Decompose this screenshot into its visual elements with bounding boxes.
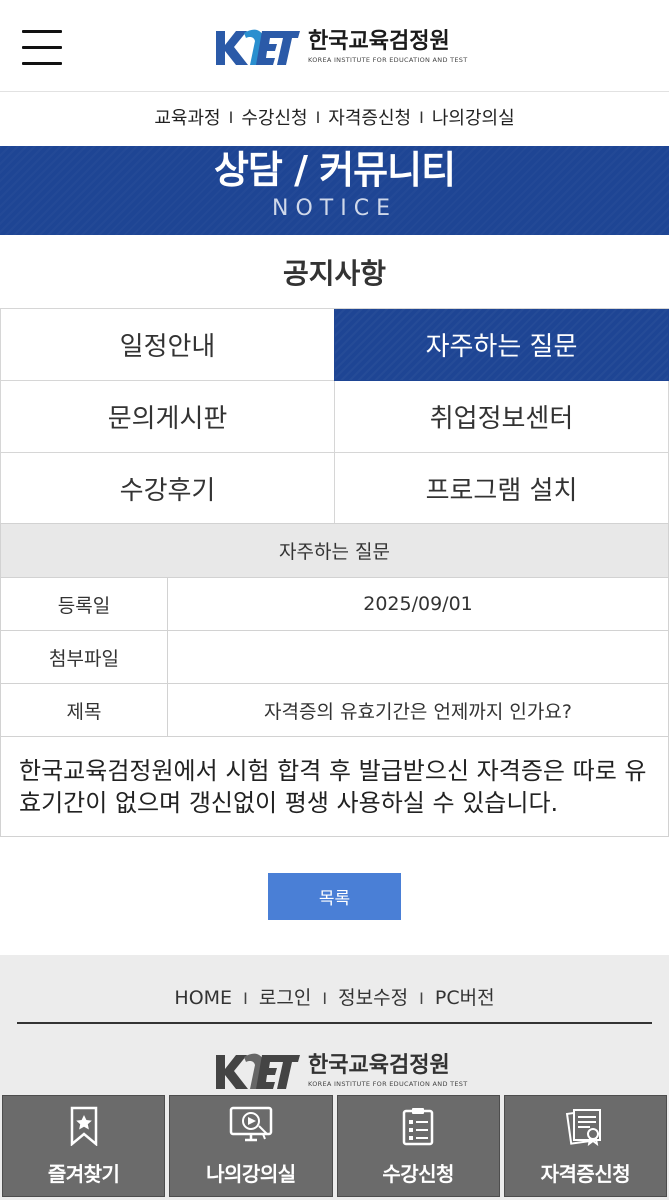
quicknav-enroll[interactable]: 수강신청 <box>241 104 307 130</box>
separator: I <box>322 989 328 1008</box>
menu-faq[interactable]: 자주하는 질문 <box>334 309 669 381</box>
logo-korean-name: 한국교육검정원 <box>308 29 450 54</box>
section-title: 공지사항 <box>0 235 669 308</box>
footer-login-link[interactable]: 로그인 <box>259 987 311 1009</box>
row-label: 등록일 <box>1 578 168 630</box>
board-heading: 자주하는 질문 <box>0 523 669 578</box>
menu-hamburger-icon[interactable] <box>22 30 64 66</box>
article-body: 한국교육검정원에서 시험 합격 후 발급받으신 자격증은 따로 유효기간이 없으… <box>0 737 669 837</box>
banner-subtitle: NOTICE <box>272 196 397 221</box>
row-label: 첨부파일 <box>1 631 168 683</box>
certificate-icon <box>565 1106 605 1146</box>
tab-label: 즐겨찾기 <box>47 1162 120 1186</box>
clipboard-list-icon <box>401 1106 435 1146</box>
footer-logo: 한국교육검정원 KOREA INSTITUTE FOR EDUCATION AN… <box>214 1049 468 1093</box>
board-row-title: 제목 자격증의 유효기간은 언제까지 인가요? <box>0 684 669 737</box>
kiet-logo-mark-icon <box>216 1053 300 1089</box>
footer-edit-info-link[interactable]: 정보수정 <box>338 987 408 1009</box>
quick-nav: 교육과정 I 수강신청 I 자격증신청 I 나의강의실 <box>0 100 669 134</box>
footer-logo-english: KOREA INSTITUTE FOR EDUCATION AND TEST <box>308 1080 468 1088</box>
tab-certificate[interactable]: 자격증신청 <box>503 1095 667 1197</box>
row-value <box>168 631 668 683</box>
tab-bookmark[interactable]: 즐겨찾기 <box>2 1095 166 1197</box>
footer-links: HOME I 로그인 I 정보수정 I PC버전 <box>0 983 669 1010</box>
bottom-tab-bar: 즐겨찾기 나의강의실 수강신청 자격증신청 <box>0 1095 669 1200</box>
header: 한국교육검정원 KOREA INSTITUTE FOR EDUCATION AN… <box>0 0 669 92</box>
site-logo[interactable]: 한국교육검정원 KOREA INSTITUTE FOR EDUCATION AN… <box>214 22 468 72</box>
menu-schedule[interactable]: 일정안내 <box>0 309 334 381</box>
tab-my-classroom[interactable]: 나의강의실 <box>169 1095 333 1197</box>
tab-label: 자격증신청 <box>540 1162 631 1186</box>
footer-logo-korean: 한국교육검정원 <box>308 1053 450 1078</box>
quicknav-courses[interactable]: 교육과정 <box>154 104 220 130</box>
logo-english-name: KOREA INSTITUTE FOR EDUCATION AND TEST <box>308 56 468 64</box>
footer-pc-version-link[interactable]: PC버전 <box>435 987 495 1009</box>
menu-inquiry-board[interactable]: 문의게시판 <box>0 381 334 453</box>
quicknav-certificate[interactable]: 자격증신청 <box>328 104 411 130</box>
row-value: 자격증의 유효기간은 언제까지 인가요? <box>264 700 572 723</box>
separator: I <box>228 107 234 127</box>
quicknav-my-classroom[interactable]: 나의강의실 <box>432 104 515 130</box>
board-row-date: 등록일 2025/09/01 <box>0 578 669 631</box>
board-row-attachment: 첨부파일 <box>0 631 669 684</box>
tab-label: 수강신청 <box>382 1162 454 1186</box>
menu-reviews[interactable]: 수강후기 <box>0 453 334 525</box>
banner-title: 상담 / 커뮤니티 <box>213 148 456 192</box>
kiet-logo-mark-icon <box>216 29 300 65</box>
list-button[interactable]: 목록 <box>268 873 401 920</box>
separator: I <box>315 107 321 127</box>
page-banner: 상담 / 커뮤니티 NOTICE <box>0 146 669 235</box>
bookmark-star-icon <box>69 1106 99 1146</box>
separator: I <box>419 989 424 1008</box>
tab-enroll[interactable]: 수강신청 <box>336 1095 500 1197</box>
footer-home-link[interactable]: HOME <box>174 987 232 1009</box>
monitor-play-icon <box>229 1106 273 1146</box>
menu-job-center[interactable]: 취업정보센터 <box>334 381 669 453</box>
tab-label: 나의강의실 <box>206 1162 296 1186</box>
faq-article: 자주하는 질문 등록일 2025/09/01 첨부파일 제목 자격증의 유효기간… <box>0 523 669 837</box>
menu-program-install[interactable]: 프로그램 설치 <box>334 453 669 525</box>
separator: I <box>243 989 248 1008</box>
row-value: 2025/09/01 <box>363 593 473 615</box>
footer-divider <box>17 1022 652 1024</box>
row-label: 제목 <box>1 684 168 736</box>
separator: I <box>419 107 424 127</box>
community-menu: 일정안내 자주하는 질문 문의게시판 취업정보센터 수강후기 프로그램 설치 <box>0 308 669 525</box>
